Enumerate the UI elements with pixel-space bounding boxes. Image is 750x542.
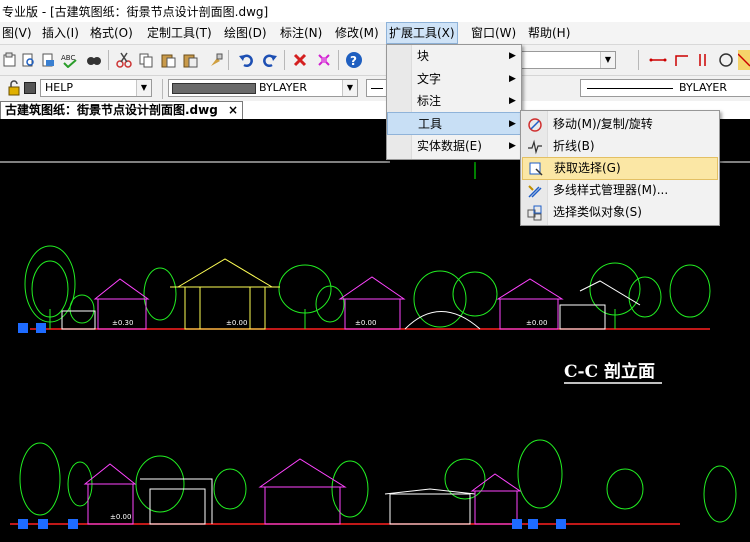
toolbar-separator [228, 50, 229, 70]
line-icon[interactable] [648, 50, 668, 70]
layer-select[interactable]: HELP ▼ [40, 79, 152, 97]
menu-item-label: 工具 [418, 117, 443, 131]
chevron-down-icon: ▼ [342, 80, 357, 96]
chevron-right-icon: ▶ [509, 119, 516, 129]
properties-toolbar: HELP ▼ BYLAYER ▼ BYLAYER [0, 76, 750, 102]
move-copy-rotate-icon [528, 118, 542, 132]
linetype-preview [371, 88, 383, 89]
color-select[interactable]: BYLAYER ▼ [168, 79, 358, 97]
menu-item-text[interactable]: 文字 ▶ [387, 68, 521, 91]
menu-item-break-line[interactable]: 折线(B) [521, 135, 719, 158]
chevron-right-icon: ▶ [509, 74, 516, 84]
menu-dimension[interactable]: 标注(N) [278, 22, 324, 44]
menu-item-get-selection[interactable]: 获取选择(G) [522, 157, 718, 180]
menu-insert[interactable]: 插入(I) [40, 22, 81, 44]
cut-icon[interactable] [114, 50, 134, 70]
lineweight-preview [587, 88, 673, 89]
menu-help[interactable]: 帮助(H) [526, 22, 572, 44]
toolbar-separator [284, 50, 285, 70]
document-tab[interactable]: 古建筑图纸：街景节点设计剖面图.dwg × [0, 101, 244, 120]
menu-item-label: 折线(B) [553, 139, 595, 153]
lineweight-select[interactable]: BYLAYER [580, 79, 750, 97]
section-title: C-C 剖立面 [564, 361, 655, 382]
menu-item-label: 文字 [417, 72, 442, 86]
lineweight-value: BYLAYER [679, 81, 728, 94]
tools-submenu: 移动(M)/复制/旋转 折线(B) 获取选择(G) 多线样式管理器(M)... … [520, 110, 720, 226]
menu-item-multiline-style[interactable]: 多线样式管理器(M)... [521, 179, 719, 202]
menu-item-label: 移动(M)/复制/旋转 [553, 117, 653, 131]
menu-item-move-copy-rotate[interactable]: 移动(M)/复制/旋转 [521, 113, 719, 136]
purge-icon[interactable] [314, 50, 334, 70]
svg-text:?: ? [350, 54, 357, 68]
menu-item-label: 多线样式管理器(M)... [553, 183, 669, 197]
title-bar: 专业版 - [古建筑图纸：街景节点设计剖面图.dwg] [0, 0, 750, 22]
chevron-right-icon: ▶ [509, 141, 516, 151]
menu-draw[interactable]: 绘图(D) [222, 22, 269, 44]
toolbar-combo[interactable]: ▼ [520, 51, 616, 69]
chevron-down-icon: ▼ [600, 52, 615, 68]
standard-toolbar: ABC ? ▼ [0, 45, 750, 76]
menu-item-entity-data[interactable]: 实体数据(E) ▶ [387, 135, 521, 158]
menu-item-label: 块 [417, 49, 430, 63]
toolbar-separator [162, 79, 163, 99]
document-tab-label: 古建筑图纸：街景节点设计剖面图.dwg [5, 103, 218, 117]
copy-icon[interactable] [136, 50, 156, 70]
color-swatch [172, 83, 256, 94]
menu-item-label: 标注 [417, 94, 442, 108]
menu-item-label: 获取选择(G) [554, 161, 621, 175]
menu-item-label: 选择类似对象(S) [553, 205, 642, 219]
layer-name: HELP [45, 81, 73, 94]
help-icon[interactable]: ? [344, 50, 364, 70]
polyline-icon[interactable] [672, 50, 692, 70]
ray-icon[interactable] [738, 50, 750, 70]
undo-icon[interactable] [236, 50, 256, 70]
toolbar-separator [108, 50, 109, 70]
menu-view[interactable]: 图(V) [0, 22, 34, 44]
menu-extension-tools[interactable]: 扩展工具(X) [386, 22, 458, 44]
chevron-right-icon: ▶ [509, 96, 516, 106]
spell-check-icon[interactable]: ABC [60, 50, 80, 70]
chevron-down-icon: ▼ [136, 80, 151, 96]
menu-item-label: 实体数据(E) [417, 139, 482, 153]
menu-format[interactable]: 格式(O) [88, 22, 135, 44]
elevation-label: ±0.00 [355, 319, 376, 327]
extension-tools-menu: 块 ▶ 文字 ▶ 标注 ▶ 工具 ▶ 实体数据(E) ▶ [386, 44, 522, 160]
menu-item-block[interactable]: 块 ▶ [387, 45, 521, 68]
window-title: 专业版 - [古建筑图纸：街景节点设计剖面图.dwg] [2, 5, 269, 19]
circle-icon[interactable] [716, 50, 736, 70]
linetype-select[interactable] [366, 79, 386, 97]
elevation-label: ±0.30 [112, 319, 133, 327]
erase-icon[interactable] [290, 50, 310, 70]
paste-special-icon[interactable] [180, 50, 200, 70]
menu-item-select-similar[interactable]: 选择类似对象(S) [521, 201, 719, 224]
match-properties-icon[interactable] [206, 50, 226, 70]
multiline-style-icon [528, 185, 542, 198]
select-similar-icon [527, 205, 542, 221]
elevation-label: ±0.00 [526, 319, 547, 327]
elevation-label: ±0.00 [226, 319, 247, 327]
toolbar-separator [338, 50, 339, 70]
menu-custom-tools[interactable]: 定制工具(T) [145, 22, 214, 44]
menu-item-dimension[interactable]: 标注 ▶ [387, 90, 521, 113]
break-line-icon [528, 139, 542, 155]
close-icon[interactable]: × [228, 103, 238, 117]
svg-text:ABC: ABC [61, 54, 75, 62]
chevron-right-icon: ▶ [509, 51, 516, 61]
color-value: BYLAYER [259, 81, 308, 94]
redo-icon[interactable] [260, 50, 280, 70]
get-selection-icon [529, 162, 543, 176]
menu-window[interactable]: 窗口(W) [469, 22, 518, 44]
menu-item-tools[interactable]: 工具 ▶ [387, 112, 521, 135]
open-icon[interactable] [0, 50, 20, 70]
layer-color-icon[interactable] [20, 78, 40, 98]
menu-bar: 图(V) 插入(I) 格式(O) 定制工具(T) 绘图(D) 标注(N) 修改(… [0, 22, 750, 45]
find-icon[interactable] [84, 50, 104, 70]
paste-icon[interactable] [158, 50, 178, 70]
elevation-label: ±0.00 [110, 513, 131, 521]
menu-modify[interactable]: 修改(M) [333, 22, 381, 44]
toolbar-separator [638, 50, 639, 70]
multiline-icon[interactable] [694, 50, 714, 70]
publish-icon[interactable] [38, 50, 58, 70]
print-preview-icon[interactable] [18, 50, 38, 70]
